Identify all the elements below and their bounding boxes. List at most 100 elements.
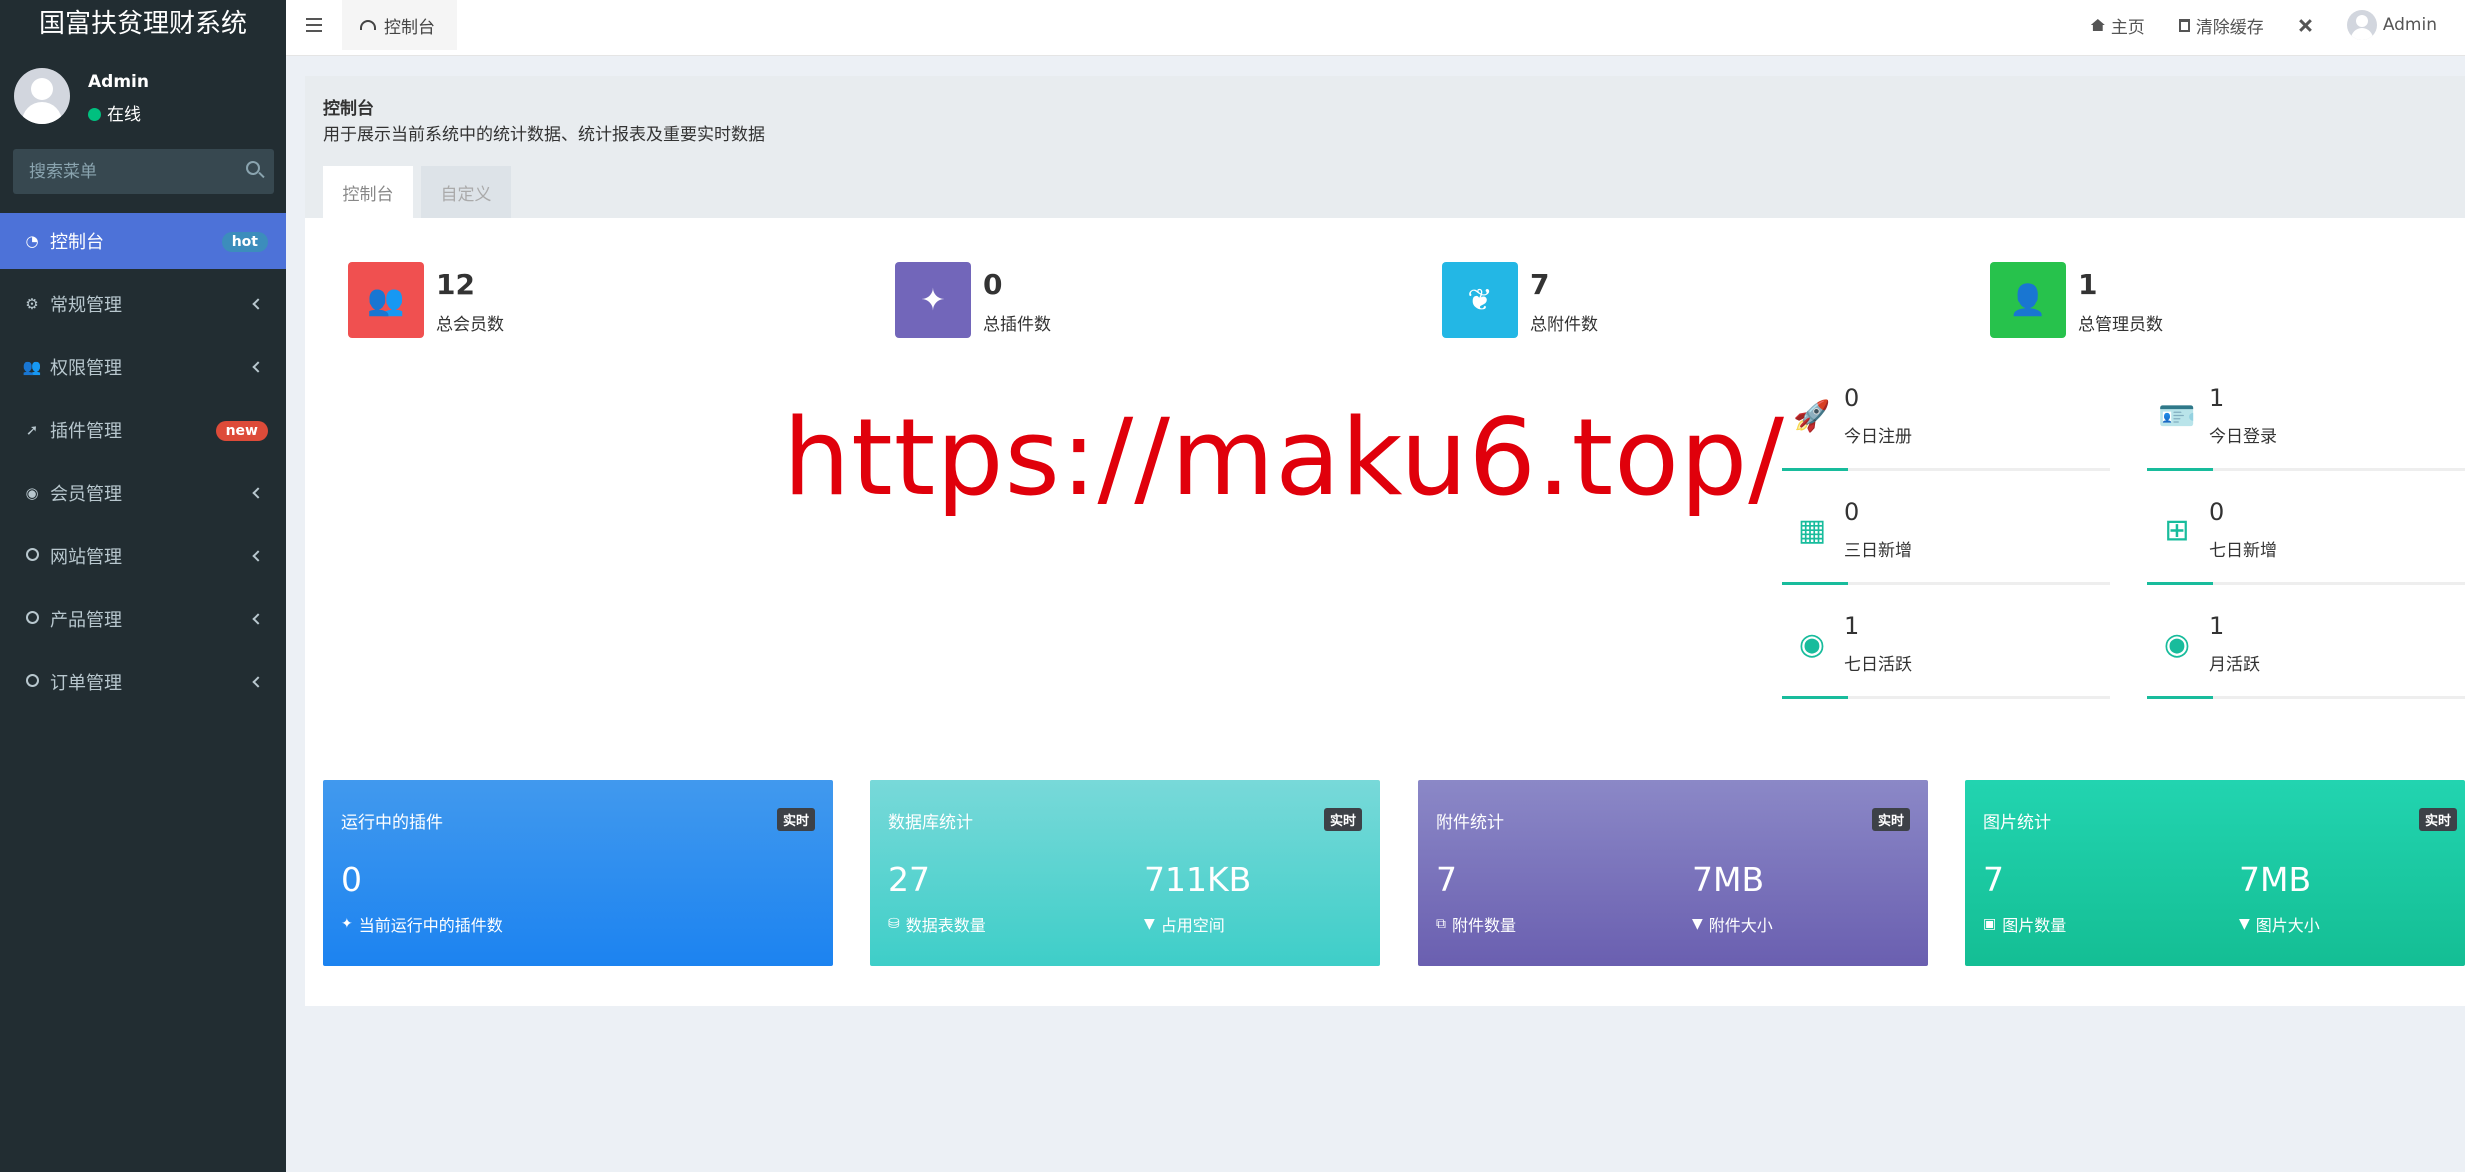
calendar-icon: ▦ [1797,512,1827,548]
home-link[interactable]: 主页 [2090,13,2145,38]
magic-wand-icon: ✦ [895,262,971,338]
stat-label: 总附件数 [1530,315,1598,335]
sidebar-menu: ◔ 控制台 hot ⚙ 常规管理 👥 权限管理 ➚ 插件管理 new ◉ 会员管… [0,213,286,717]
card-attachments: 附件统计 实时 7 ⧉ 附件数量 7MB ▼ 附件大小 [1418,780,1928,966]
card-images: 图片统计 实时 7 ▣ 图片数量 7MB ▼ 图片大小 [1965,780,2465,966]
user-menu[interactable]: Admin [2346,10,2437,40]
realtime-badge: 实时 [1323,808,1362,831]
image-icon: ▣ [1983,916,1997,932]
stat-value: 1 [2078,268,2098,301]
user-status: 在线 [88,100,141,125]
sidebar-item-members[interactable]: ◉ 会员管理 [0,465,286,521]
sidebar-item-label: 权限管理 [50,358,122,379]
filter-icon: ▼ [2239,916,2250,932]
id-card-icon: 🪪 [2158,398,2196,434]
users-icon: 👥 [348,262,424,338]
avatar [14,68,70,124]
realtime-badge: 实时 [1871,808,1910,831]
sidebar-item-label: 产品管理 [50,610,122,631]
stat-value: 0 [983,268,1003,301]
realtime-badge: 实时 [776,808,815,831]
stat-label: 总会员数 [436,315,504,335]
card-running-addons: 运行中的插件 实时 0 ✦ 当前运行中的插件数 [323,780,833,966]
mini-stat-3day-new: ▦ 0 三日新增 [1782,492,2110,585]
sidebar-item-label: 订单管理 [50,673,122,694]
chevron-left-icon [252,550,264,562]
sidebar-item-orders[interactable]: 订单管理 [0,654,286,710]
chevron-left-icon [252,487,264,499]
top-header: 控制台 主页 清除缓存 Admin [286,0,2465,56]
leaf-icon: ❦ [1442,262,1518,338]
stat-label: 总插件数 [983,315,1051,335]
app-title[interactable]: 国富扶贫理财系统 [0,0,286,50]
tab-dashboard-panel[interactable]: 控制台 [323,166,413,218]
user-panel: Admin 在线 [0,50,286,142]
watermark-url: https://maku6.top/ [783,396,1786,519]
sidebar-item-website[interactable]: 网站管理 [0,528,286,584]
users-icon: 👥 [22,358,42,376]
chevron-left-icon [252,676,264,688]
dashboard-icon: ◔ [25,232,39,250]
sidebar-item-label: 常规管理 [50,295,122,316]
panel-body: 👥 12 总会员数 ✦ 0 总插件数 ❦ 7 总附件数 👤 1 总管理员数 ht… [305,218,2465,1006]
expand-icon [2298,18,2313,33]
tab-custom[interactable]: 自定义 [421,166,511,218]
chevron-left-icon [252,361,264,373]
sidebar-item-addons[interactable]: ➚ 插件管理 new [0,402,286,458]
search-input[interactable] [13,149,274,194]
sidebar-item-general[interactable]: ⚙ 常规管理 [0,276,286,332]
filter-icon: ▼ [1692,916,1703,932]
stat-label: 总管理员数 [2078,315,2163,335]
page-title: 控制台 [323,99,374,119]
user-name: Admin [88,72,149,92]
magic-wand-icon: ✦ [341,916,353,932]
stat-value: 12 [436,268,475,301]
circle-icon [25,611,39,624]
user-circle-icon: ◉ [2163,626,2191,662]
menu-toggle-icon[interactable] [306,18,322,32]
clear-cache-button[interactable]: 清除缓存 [2178,13,2264,38]
search-icon[interactable] [246,161,260,175]
card-database: 数据库统计 实时 27 ⛁ 数据表数量 711KB ▼ 占用空间 [870,780,1380,966]
hot-badge: hot [221,232,268,252]
chevron-left-icon [252,298,264,310]
stat-admins: 👤 1 总管理员数 [1990,262,2163,338]
rocket-icon: 🚀 [1793,398,1831,434]
filter-icon: ▼ [1144,916,1155,932]
avatar [2346,10,2377,40]
sidebar-item-label: 网站管理 [50,547,122,568]
user-icon: 👤 [1990,262,2066,338]
mini-stat-today-login: 🪪 1 今日登录 [2147,378,2465,471]
stat-members: 👥 12 总会员数 [348,262,504,338]
files-icon: ⧉ [1436,916,1446,932]
chevron-left-icon [252,613,264,625]
stat-value: 7 [1530,268,1550,301]
user-circle-icon: ◉ [1798,626,1826,662]
sidebar-item-label: 控制台 [50,232,104,253]
mini-stat-month-active: ◉ 1 月活跃 [2147,606,2465,699]
circle-icon [25,548,39,561]
sidebar-item-label: 会员管理 [50,484,122,505]
dashboard-icon [360,20,376,30]
sidebar-item-label: 插件管理 [50,421,122,442]
new-badge: new [215,421,268,441]
tab-dashboard[interactable]: 控制台 [342,0,457,50]
page-subtitle: 用于展示当前系统中的统计数据、统计报表及重要实时数据 [323,125,765,145]
mini-stat-7day-active: ◉ 1 七日活跃 [1782,606,2110,699]
sidebar-item-auth[interactable]: 👥 权限管理 [0,339,286,395]
mini-stat-7day-new: ⊞ 0 七日新增 [2147,492,2465,585]
home-icon [2090,19,2105,31]
header-actions: 主页 清除缓存 Admin [2090,0,2437,50]
database-icon: ⛁ [888,916,900,932]
trash-icon [2178,18,2190,32]
sidebar-item-products[interactable]: 产品管理 [0,591,286,647]
sidebar-search [13,149,274,194]
realtime-badge: 实时 [2418,808,2457,831]
user-circle-icon: ◉ [25,484,39,502]
cogs-icon: ⚙ [25,295,39,313]
rocket-icon: ➚ [25,421,39,439]
stat-addons: ✦ 0 总插件数 [895,262,1051,338]
stat-attachments: ❦ 7 总附件数 [1442,262,1598,338]
fullscreen-button[interactable] [2298,18,2313,33]
sidebar-item-dashboard[interactable]: ◔ 控制台 hot [0,213,286,269]
